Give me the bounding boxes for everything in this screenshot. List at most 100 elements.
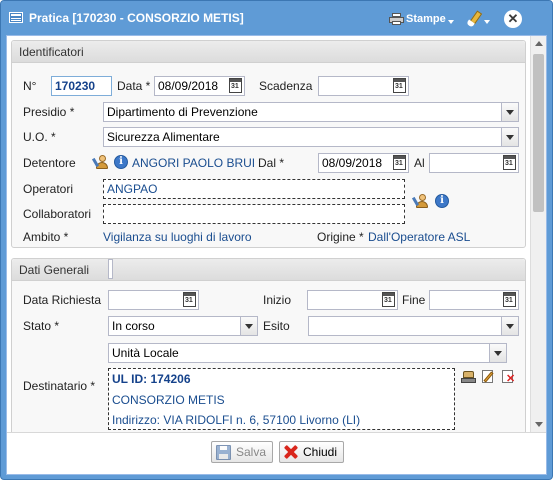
- window-title: Pratica [170230 - CONSORZIO METIS]: [29, 11, 244, 25]
- floppy-icon: [216, 444, 231, 460]
- origine-value: Dall'Operatore ASL: [368, 230, 471, 244]
- presidio-label: Presidio *: [23, 105, 75, 119]
- close-icon: [284, 445, 298, 459]
- data-richiesta-label: Data Richiesta: [23, 293, 102, 307]
- data-label: Data *: [117, 79, 151, 93]
- destinatario-nome: CONSORZIO METIS: [112, 393, 225, 407]
- scroll-up-icon[interactable]: [535, 41, 543, 46]
- vertical-scrollbar[interactable]: [530, 36, 546, 432]
- presidio-value: Dipartimento di Prevenzione: [107, 105, 258, 119]
- window-icon: [9, 12, 23, 23]
- uo-label: U.O. *: [23, 130, 56, 144]
- edit-person-icon[interactable]: [411, 193, 430, 209]
- uo-value: Sicurezza Alimentare: [107, 130, 220, 144]
- stampe-menu-button[interactable]: Stampe: [389, 10, 454, 28]
- info-icon[interactable]: i: [435, 194, 449, 208]
- dati-generali-legend: Dati Generali: [12, 259, 525, 281]
- numero-label: N°: [23, 79, 37, 93]
- stamp-icon[interactable]: [461, 369, 476, 384]
- scroll-down-icon[interactable]: [535, 422, 543, 427]
- destinatario-indirizzo: Indirizzo: VIA RIDOLFI n. 6, 57100 Livor…: [112, 413, 361, 427]
- ambito-value: Vigilanza su luoghi di lavoro: [103, 230, 252, 244]
- detentore-label: Detentore: [23, 156, 76, 170]
- stato-select[interactable]: In corso: [108, 316, 258, 336]
- fine-label: Fine: [402, 293, 426, 307]
- chevron-down-icon: [484, 20, 490, 24]
- form-scroll-area: Identificatori N° 170230 Data * 08/09/20…: [7, 36, 530, 432]
- delete-icon[interactable]: ✕: [501, 369, 516, 385]
- data-value: 08/09/2018: [158, 79, 219, 93]
- brush-icon: [466, 11, 482, 27]
- stampe-label: Stampe: [406, 13, 446, 25]
- data-richiesta-field[interactable]: [108, 290, 199, 310]
- salva-button[interactable]: Salva: [211, 441, 274, 463]
- pratica-window: Pratica [170230 - CONSORZIO METIS] Stamp…: [0, 0, 553, 480]
- origine-label: Origine *: [317, 230, 364, 244]
- al-label: Al: [414, 156, 425, 170]
- detentore-value[interactable]: ANGORI PAOLO BRUI: [132, 156, 255, 170]
- destinatario-tipo-value: Unità Locale: [112, 346, 179, 360]
- dropdown-trigger[interactable]: [501, 103, 518, 121]
- chevron-down-icon: [245, 324, 253, 329]
- dal-field[interactable]: 08/09/2018: [318, 153, 409, 173]
- uo-select[interactable]: Sicurezza Alimentare: [103, 127, 519, 147]
- esito-label: Esito: [263, 319, 290, 333]
- collaboratori-field[interactable]: [103, 204, 405, 224]
- stato-value: In corso: [112, 319, 155, 333]
- destinatario-id: UL ID: 174206: [112, 372, 191, 386]
- numero-field[interactable]: 170230: [51, 76, 112, 96]
- window-body: Identificatori N° 170230 Data * 08/09/20…: [6, 35, 547, 475]
- inizio-field[interactable]: [307, 290, 398, 310]
- edit-person-icon[interactable]: [91, 154, 110, 170]
- destinatario-tipo-select[interactable]: Unità Locale: [108, 343, 507, 363]
- al-field[interactable]: [429, 153, 519, 173]
- salva-label: Salva: [236, 445, 267, 459]
- calendar-icon[interactable]: [382, 292, 395, 307]
- scadenza-field[interactable]: [318, 76, 409, 96]
- collaboratori-label: Collaboratori: [23, 207, 92, 221]
- identificatori-fieldset: Identificatori N° 170230 Data * 08/09/20…: [11, 40, 526, 248]
- calendar-icon[interactable]: [393, 78, 406, 93]
- chevron-down-icon: [506, 135, 514, 140]
- identificatori-legend: Identificatori: [12, 41, 525, 63]
- dialog-footer: Salva Chiudi: [7, 432, 546, 474]
- chevron-down-icon: [506, 324, 514, 329]
- dal-value: 08/09/2018: [322, 156, 383, 170]
- info-icon[interactable]: i: [114, 155, 128, 169]
- tools-menu-button[interactable]: [466, 10, 490, 28]
- inizio-label: Inizio: [263, 293, 292, 307]
- esito-select[interactable]: [308, 316, 519, 336]
- presidio-select[interactable]: Dipartimento di Prevenzione: [103, 102, 519, 122]
- dal-label: Dal *: [258, 156, 285, 170]
- calendar-icon[interactable]: [183, 292, 196, 307]
- dati-generali-fieldset: Dati Generali Data Richiesta Inizio Fine…: [11, 258, 526, 432]
- data-field[interactable]: 08/09/2018: [154, 76, 245, 96]
- dropdown-trigger[interactable]: [501, 128, 518, 146]
- dropdown-trigger[interactable]: [240, 317, 257, 335]
- operatori-label: Operatori: [23, 182, 74, 196]
- chiudi-button[interactable]: Chiudi: [279, 441, 345, 463]
- ambito-label: Ambito *: [23, 230, 69, 244]
- close-button[interactable]: ✕: [504, 10, 522, 28]
- operatori-field[interactable]: ANGPAO: [103, 179, 405, 199]
- chevron-down-icon: [506, 110, 514, 115]
- stato-select-hidden: [108, 259, 113, 279]
- calendar-icon[interactable]: [503, 292, 516, 307]
- chevron-down-icon: [447, 20, 454, 24]
- printer-icon: [389, 13, 404, 25]
- destinatario-box[interactable]: UL ID: 174206 CONSORZIO METIS Indirizzo:…: [108, 368, 455, 430]
- edit-icon[interactable]: [481, 369, 496, 384]
- chevron-down-icon: [494, 351, 502, 356]
- title-bar[interactable]: Pratica [170230 - CONSORZIO METIS] Stamp…: [1, 1, 552, 35]
- calendar-icon[interactable]: [393, 155, 406, 170]
- calendar-icon[interactable]: [503, 155, 516, 170]
- scroll-thumb[interactable]: [533, 54, 544, 212]
- chiudi-label: Chiudi: [303, 445, 338, 459]
- fine-field[interactable]: [429, 290, 519, 310]
- dropdown-trigger[interactable]: [489, 344, 506, 362]
- scadenza-label: Scadenza: [259, 79, 313, 93]
- calendar-icon[interactable]: [229, 78, 242, 93]
- dropdown-trigger[interactable]: [501, 317, 518, 335]
- destinatario-label: Destinatario *: [23, 379, 96, 393]
- stato-label: Stato *: [23, 319, 60, 333]
